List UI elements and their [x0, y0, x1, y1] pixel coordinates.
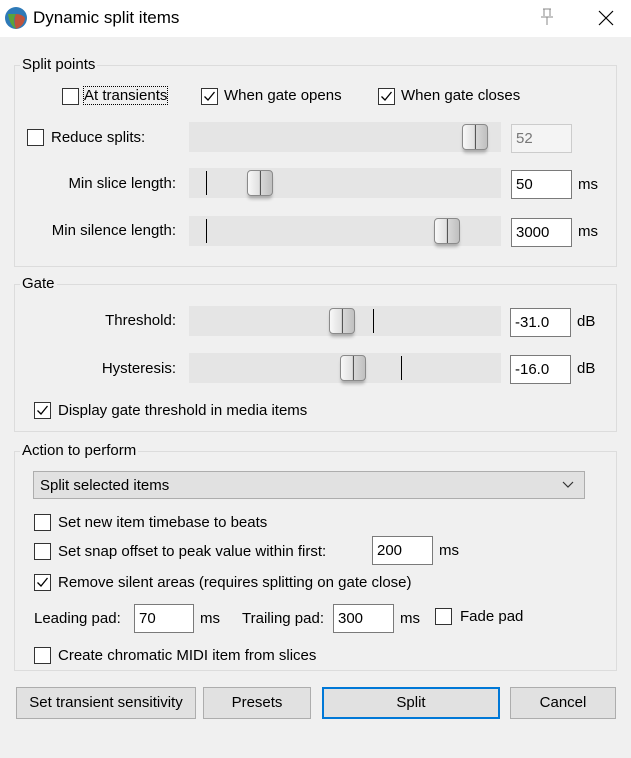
threshold-marker	[373, 309, 375, 333]
min-silence-length-unit: ms	[578, 223, 598, 240]
cancel-button[interactable]: Cancel	[510, 687, 616, 719]
leading-pad-unit: ms	[200, 610, 220, 627]
timebase-beats-checkbox[interactable]	[34, 514, 51, 531]
hysteresis-unit: dB	[577, 360, 596, 377]
leading-pad-input[interactable]	[134, 604, 194, 633]
reduce-splits-slider[interactable]	[189, 122, 501, 152]
when-gate-opens-label[interactable]: When gate opens	[224, 87, 342, 104]
min-slice-length-min-tick	[206, 171, 207, 195]
trailing-pad-label: Trailing pad:	[242, 610, 324, 627]
chevron-down-icon	[562, 481, 574, 488]
remove-silent-label[interactable]: Remove silent areas (requires splitting …	[58, 574, 412, 591]
at-transients-label[interactable]: At transients	[82, 86, 169, 105]
action-select[interactable]: Split selected items	[33, 471, 585, 499]
reduce-splits-label[interactable]: Reduce splits:	[51, 129, 145, 146]
snap-offset-label[interactable]: Set snap offset to peak value within fir…	[58, 543, 326, 560]
when-gate-opens-checkbox[interactable]	[201, 88, 218, 105]
reduce-splits-input[interactable]	[511, 124, 572, 153]
close-icon[interactable]	[597, 9, 615, 27]
leading-pad-label: Leading pad:	[34, 610, 121, 627]
min-slice-length-input[interactable]	[511, 170, 572, 199]
hysteresis-slider-thumb[interactable]	[340, 355, 367, 381]
snap-offset-checkbox[interactable]	[34, 543, 51, 560]
display-threshold-label[interactable]: Display gate threshold in media items	[58, 402, 307, 419]
at-transients-checkbox[interactable]	[62, 88, 79, 105]
reduce-splits-checkbox[interactable]	[27, 129, 44, 146]
action-select-value: Split selected items	[40, 477, 170, 494]
trailing-pad-input[interactable]	[333, 604, 394, 633]
threshold-slider[interactable]	[189, 306, 501, 336]
threshold-unit: dB	[577, 313, 596, 330]
hysteresis-slider[interactable]	[189, 353, 501, 383]
threshold-slider-thumb[interactable]	[329, 308, 356, 334]
checkmark-icon	[37, 577, 49, 587]
hysteresis-label: Hysteresis:	[101, 360, 176, 377]
fade-pad-label[interactable]: Fade pad	[460, 608, 523, 625]
action-label: Action to perform	[20, 442, 139, 459]
chromatic-midi-label[interactable]: Create chromatic MIDI item from slices	[58, 647, 316, 664]
min-silence-length-input[interactable]	[511, 218, 572, 247]
hysteresis-input[interactable]	[510, 355, 571, 384]
window-title: Dynamic split items	[33, 8, 180, 27]
min-slice-length-label: Min slice length:	[68, 175, 176, 192]
checkmark-icon	[204, 91, 216, 101]
reduce-splits-slider-thumb[interactable]	[461, 124, 488, 150]
reaper-logo-icon	[5, 7, 27, 29]
gate-label: Gate	[20, 275, 57, 292]
when-gate-closes-label[interactable]: When gate closes	[401, 87, 520, 104]
min-silence-length-min-tick	[206, 219, 207, 243]
min-silence-length-label: Min silence length:	[51, 222, 176, 239]
split-button[interactable]: Split	[322, 687, 500, 719]
min-slice-length-slider-thumb[interactable]	[247, 170, 274, 196]
trailing-pad-unit: ms	[400, 610, 420, 627]
title-bar: Dynamic split items	[0, 0, 631, 37]
fade-pad-checkbox[interactable]	[435, 608, 452, 625]
checkmark-icon	[37, 405, 49, 415]
threshold-label: Threshold:	[105, 312, 176, 329]
snap-offset-input[interactable]	[372, 536, 433, 565]
remove-silent-checkbox[interactable]	[34, 574, 51, 591]
threshold-input[interactable]	[510, 308, 571, 337]
min-slice-length-unit: ms	[578, 176, 598, 193]
timebase-beats-label[interactable]: Set new item timebase to beats	[58, 514, 267, 531]
display-threshold-checkbox[interactable]	[34, 402, 51, 419]
snap-offset-unit: ms	[439, 542, 459, 559]
min-silence-length-slider-thumb[interactable]	[433, 218, 460, 244]
min-slice-length-slider[interactable]	[189, 168, 501, 198]
split-points-label: Split points	[20, 56, 98, 73]
chromatic-midi-checkbox[interactable]	[34, 647, 51, 664]
set-transient-sensitivity-button[interactable]: Set transient sensitivity	[16, 687, 196, 719]
when-gate-closes-checkbox[interactable]	[378, 88, 395, 105]
checkmark-icon	[381, 91, 393, 101]
presets-button[interactable]: Presets	[203, 687, 311, 719]
min-silence-length-slider[interactable]	[189, 216, 501, 246]
pin-icon[interactable]	[538, 7, 556, 27]
hysteresis-marker	[401, 356, 403, 380]
